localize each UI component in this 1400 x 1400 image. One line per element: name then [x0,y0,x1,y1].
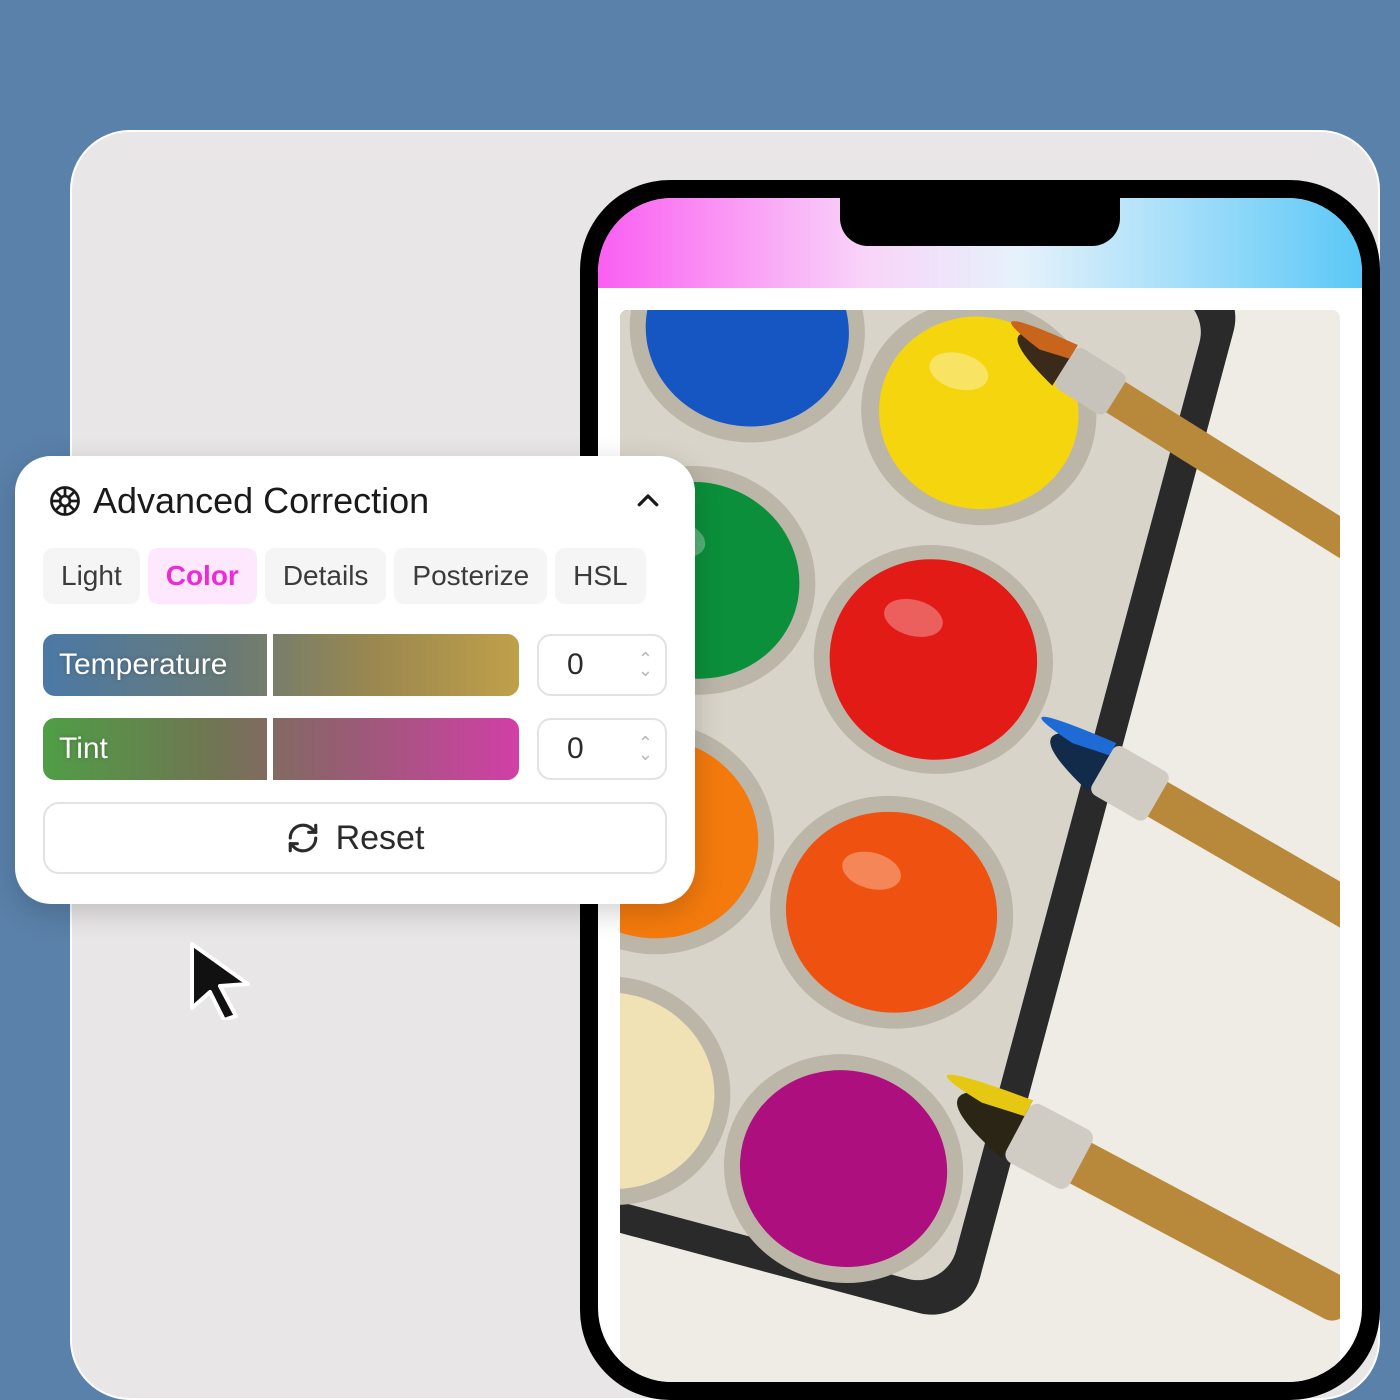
chevron-up-icon[interactable] [633,486,663,516]
panel-header[interactable]: Advanced Correction [43,480,667,522]
tab-posterize[interactable]: Posterize [394,548,547,604]
phone-content [598,288,1362,1382]
tint-value: 0 [567,732,584,766]
tab-details[interactable]: Details [265,548,387,604]
temperature-value-input[interactable]: 0 ⌃ ⌄ [537,634,667,696]
stepper-down-icon[interactable]: ⌄ [638,750,653,759]
tint-stepper[interactable]: ⌃ ⌄ [638,739,653,759]
correction-tabs: Light Color Details Posterize HSL [43,548,667,604]
phone-frame [580,180,1380,1400]
panel-title: Advanced Correction [93,480,623,522]
advanced-correction-panel: Advanced Correction Light Color Details … [15,456,695,904]
stepper-down-icon[interactable]: ⌄ [638,666,653,675]
tab-hsl[interactable]: HSL [555,548,645,604]
color-wheel-icon [47,483,83,519]
tab-light[interactable]: Light [43,548,140,604]
temperature-value: 0 [567,648,584,682]
reset-icon [286,821,320,855]
reset-label: Reset [336,819,425,858]
temperature-stepper[interactable]: ⌃ ⌄ [638,655,653,675]
phone-screen [598,198,1362,1382]
cursor-icon [180,940,260,1020]
tint-row: Tint 0 ⌃ ⌄ [43,718,667,780]
tint-value-input[interactable]: 0 ⌃ ⌄ [537,718,667,780]
temperature-slider-handle[interactable] [267,634,273,696]
phone-notch [840,198,1120,246]
tab-color[interactable]: Color [148,548,257,604]
edited-photo [620,310,1340,1382]
temperature-label: Temperature [59,648,227,682]
tint-label: Tint [59,732,108,766]
temperature-row: Temperature 0 ⌃ ⌄ [43,634,667,696]
tint-slider-handle[interactable] [267,718,273,780]
reset-button[interactable]: Reset [43,802,667,874]
tint-slider[interactable]: Tint [43,718,519,780]
temperature-slider[interactable]: Temperature [43,634,519,696]
